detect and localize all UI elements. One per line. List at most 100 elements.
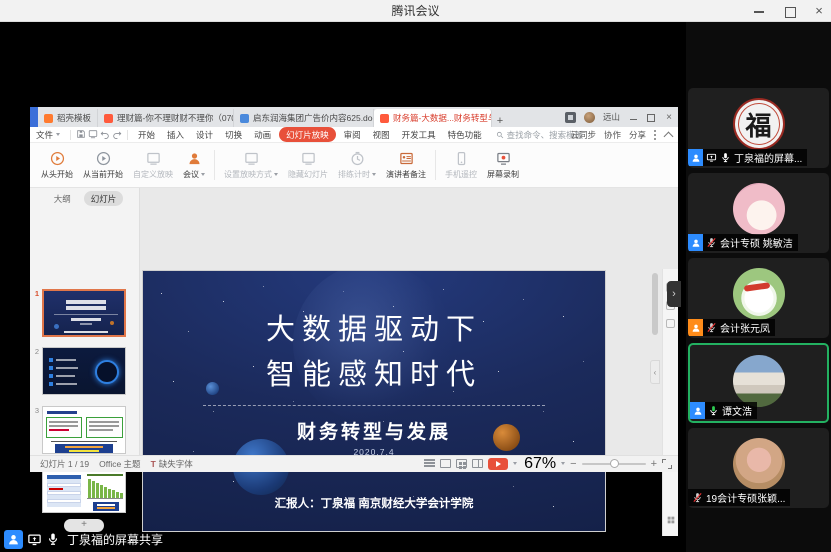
- wps-content-area: 大纲 幻灯片 1 2: [30, 188, 678, 455]
- tab-active-caiwu-ppt[interactable]: 财务篇-大数据...财务转型与发展 ×: [374, 109, 492, 127]
- slide-title-line1: 大数据驱动下: [143, 306, 605, 348]
- person-icon: [688, 234, 703, 251]
- tab-docer[interactable]: 稻壳模板: [38, 109, 98, 127]
- wps-writer-icon: [240, 114, 249, 123]
- zoom-caret[interactable]: [561, 462, 565, 465]
- slide-canvas[interactable]: 大数据驱动下 智能感知时代 财务转型与发展 2020.7.4 汇报人：丁泉福 南…: [143, 271, 605, 531]
- meeting-titlebar: 腾讯会议 ×: [0, 0, 831, 22]
- menu-item-transition[interactable]: 切换: [219, 129, 248, 141]
- slide-subtitle: 财务转型与发展: [143, 417, 605, 444]
- close-button[interactable]: ×: [813, 5, 825, 17]
- collaborate-button[interactable]: 协作: [604, 129, 621, 141]
- zoom-out-button[interactable]: −: [570, 459, 576, 469]
- grid-view-icon[interactable]: [666, 515, 676, 525]
- slide-thumbnail-1[interactable]: [42, 289, 126, 337]
- ribbon-setup-show[interactable]: 设置放映方式: [219, 145, 283, 185]
- menu-item-design[interactable]: 设计: [190, 129, 219, 141]
- ribbon-screen-record[interactable]: 屏幕录制: [482, 145, 524, 185]
- undo-icon[interactable]: [99, 129, 111, 141]
- fit-slide-icon[interactable]: [662, 459, 672, 469]
- missing-font-status[interactable]: T 缺失字体: [151, 458, 193, 470]
- zoom-slider[interactable]: [582, 463, 646, 465]
- participant-tile-3[interactable]: 会计张元凤: [688, 258, 829, 338]
- new-tab-button[interactable]: +: [492, 115, 508, 127]
- participant-tile-2[interactable]: 会计专硕 姚敏洁: [688, 173, 829, 253]
- file-menu[interactable]: 文件: [30, 129, 66, 141]
- hide-slide-icon: [301, 151, 316, 166]
- participant-name: 会计专硕 姚敏洁: [720, 235, 793, 250]
- theme-status[interactable]: Office 主题: [99, 458, 140, 470]
- person-icon: [688, 319, 703, 336]
- ribbon-meeting[interactable]: 会议: [178, 145, 210, 185]
- slide-thumbnail-4[interactable]: [42, 465, 126, 513]
- minimize-button[interactable]: [753, 5, 765, 17]
- zoom-slider-knob[interactable]: [610, 459, 619, 468]
- outline-tab[interactable]: 大纲: [47, 191, 78, 206]
- share-button[interactable]: 分享: [629, 129, 646, 141]
- zoom-level[interactable]: 67%: [524, 455, 556, 473]
- window-title: 腾讯会议: [391, 2, 439, 19]
- wps-close-button[interactable]: ×: [664, 112, 674, 123]
- participant-name: 会计张元凤: [720, 320, 770, 335]
- participant-tile-1[interactable]: 福 丁泉福的屏幕...: [688, 88, 829, 168]
- slides-tab[interactable]: 幻灯片: [84, 191, 124, 206]
- account-avatar[interactable]: [584, 112, 595, 123]
- sidebar-toggle-icon[interactable]: ‹: [650, 360, 660, 384]
- panel-collapse-button[interactable]: ›: [667, 281, 681, 307]
- save-icon[interactable]: [75, 129, 87, 141]
- tab-docx[interactable]: 启东润海集团广告价内容625.docx: [234, 109, 374, 127]
- menu-item-features[interactable]: 特色功能: [442, 129, 488, 141]
- wps-home-button[interactable]: [30, 107, 38, 127]
- participant-tile-5[interactable]: 19会计专硕张颖...: [688, 428, 829, 508]
- zoom-in-button[interactable]: +: [651, 459, 657, 469]
- mic-active-icon: [708, 405, 719, 416]
- wps-presentation-icon: [104, 114, 113, 123]
- ribbon-from-current[interactable]: 从当前开始: [78, 145, 128, 185]
- menu-item-slideshow-active[interactable]: 幻灯片放映: [279, 127, 336, 142]
- sorter-view-icon[interactable]: [456, 459, 467, 468]
- menu-item-home[interactable]: 开始: [132, 129, 161, 141]
- tab-licai-ppt[interactable]: 理财篇-你不理财财不理你（0701）: [98, 109, 234, 127]
- account-name[interactable]: 远山: [603, 111, 620, 123]
- notification-badge-icon[interactable]: [565, 112, 576, 123]
- ribbon-rehearse-timing[interactable]: 排练计时: [333, 145, 381, 185]
- panel-icon[interactable]: [666, 319, 675, 328]
- menu-item-devtools[interactable]: 开发工具: [396, 129, 442, 141]
- maximize-button[interactable]: [783, 5, 795, 17]
- menu-item-review[interactable]: 审阅: [338, 129, 367, 141]
- slide-footer: 汇报人：丁泉福 南京财经大学会计学院: [143, 495, 605, 511]
- wps-restore-button[interactable]: [646, 112, 656, 122]
- reading-view-icon[interactable]: [472, 459, 483, 468]
- ribbon-phone-remote[interactable]: 手机遥控: [440, 145, 482, 185]
- slide-thumbnail-panel: 大纲 幻灯片 1 2: [30, 188, 140, 455]
- slide-thumbnail-3[interactable]: [42, 406, 126, 454]
- outline-view-icon[interactable]: [424, 459, 435, 468]
- avatar: [733, 183, 785, 235]
- speaker-notes-icon: [399, 151, 414, 166]
- collapse-ribbon-icon[interactable]: [664, 132, 674, 142]
- canvas-scrollbar[interactable]: [652, 273, 658, 335]
- menu-item-view[interactable]: 视图: [367, 129, 396, 141]
- more-menu-icon[interactable]: [654, 130, 657, 141]
- ribbon-custom-show[interactable]: 自定义放映: [128, 145, 178, 185]
- mic-muted-icon: [706, 322, 717, 333]
- wps-right-strip: [662, 269, 678, 536]
- redo-icon[interactable]: [111, 129, 123, 141]
- ribbon-hide-slide[interactable]: 隐藏幻灯片: [283, 145, 333, 185]
- ribbon-speaker-notes[interactable]: 演讲者备注: [381, 145, 431, 185]
- slide-title-line2: 智能感知时代: [143, 351, 605, 393]
- normal-view-icon[interactable]: [440, 459, 451, 468]
- mic-icon: [720, 152, 731, 163]
- menu-item-animation[interactable]: 动画: [248, 129, 277, 141]
- screen-record-icon: [496, 151, 511, 166]
- output-icon[interactable]: [87, 129, 99, 141]
- wps-minimize-button[interactable]: [628, 114, 638, 120]
- ribbon-from-beginning[interactable]: 从头开始: [36, 145, 78, 185]
- menu-item-insert[interactable]: 插入: [161, 129, 190, 141]
- play-options-caret[interactable]: [513, 462, 517, 465]
- participant-tile-4[interactable]: 谭文浩: [688, 343, 829, 423]
- slide-thumbnail-2[interactable]: [42, 347, 126, 395]
- cloud-sync-button[interactable]: 云同步: [570, 129, 596, 141]
- slideshow-play-button[interactable]: [488, 458, 508, 470]
- screen-share-icon: [27, 532, 42, 547]
